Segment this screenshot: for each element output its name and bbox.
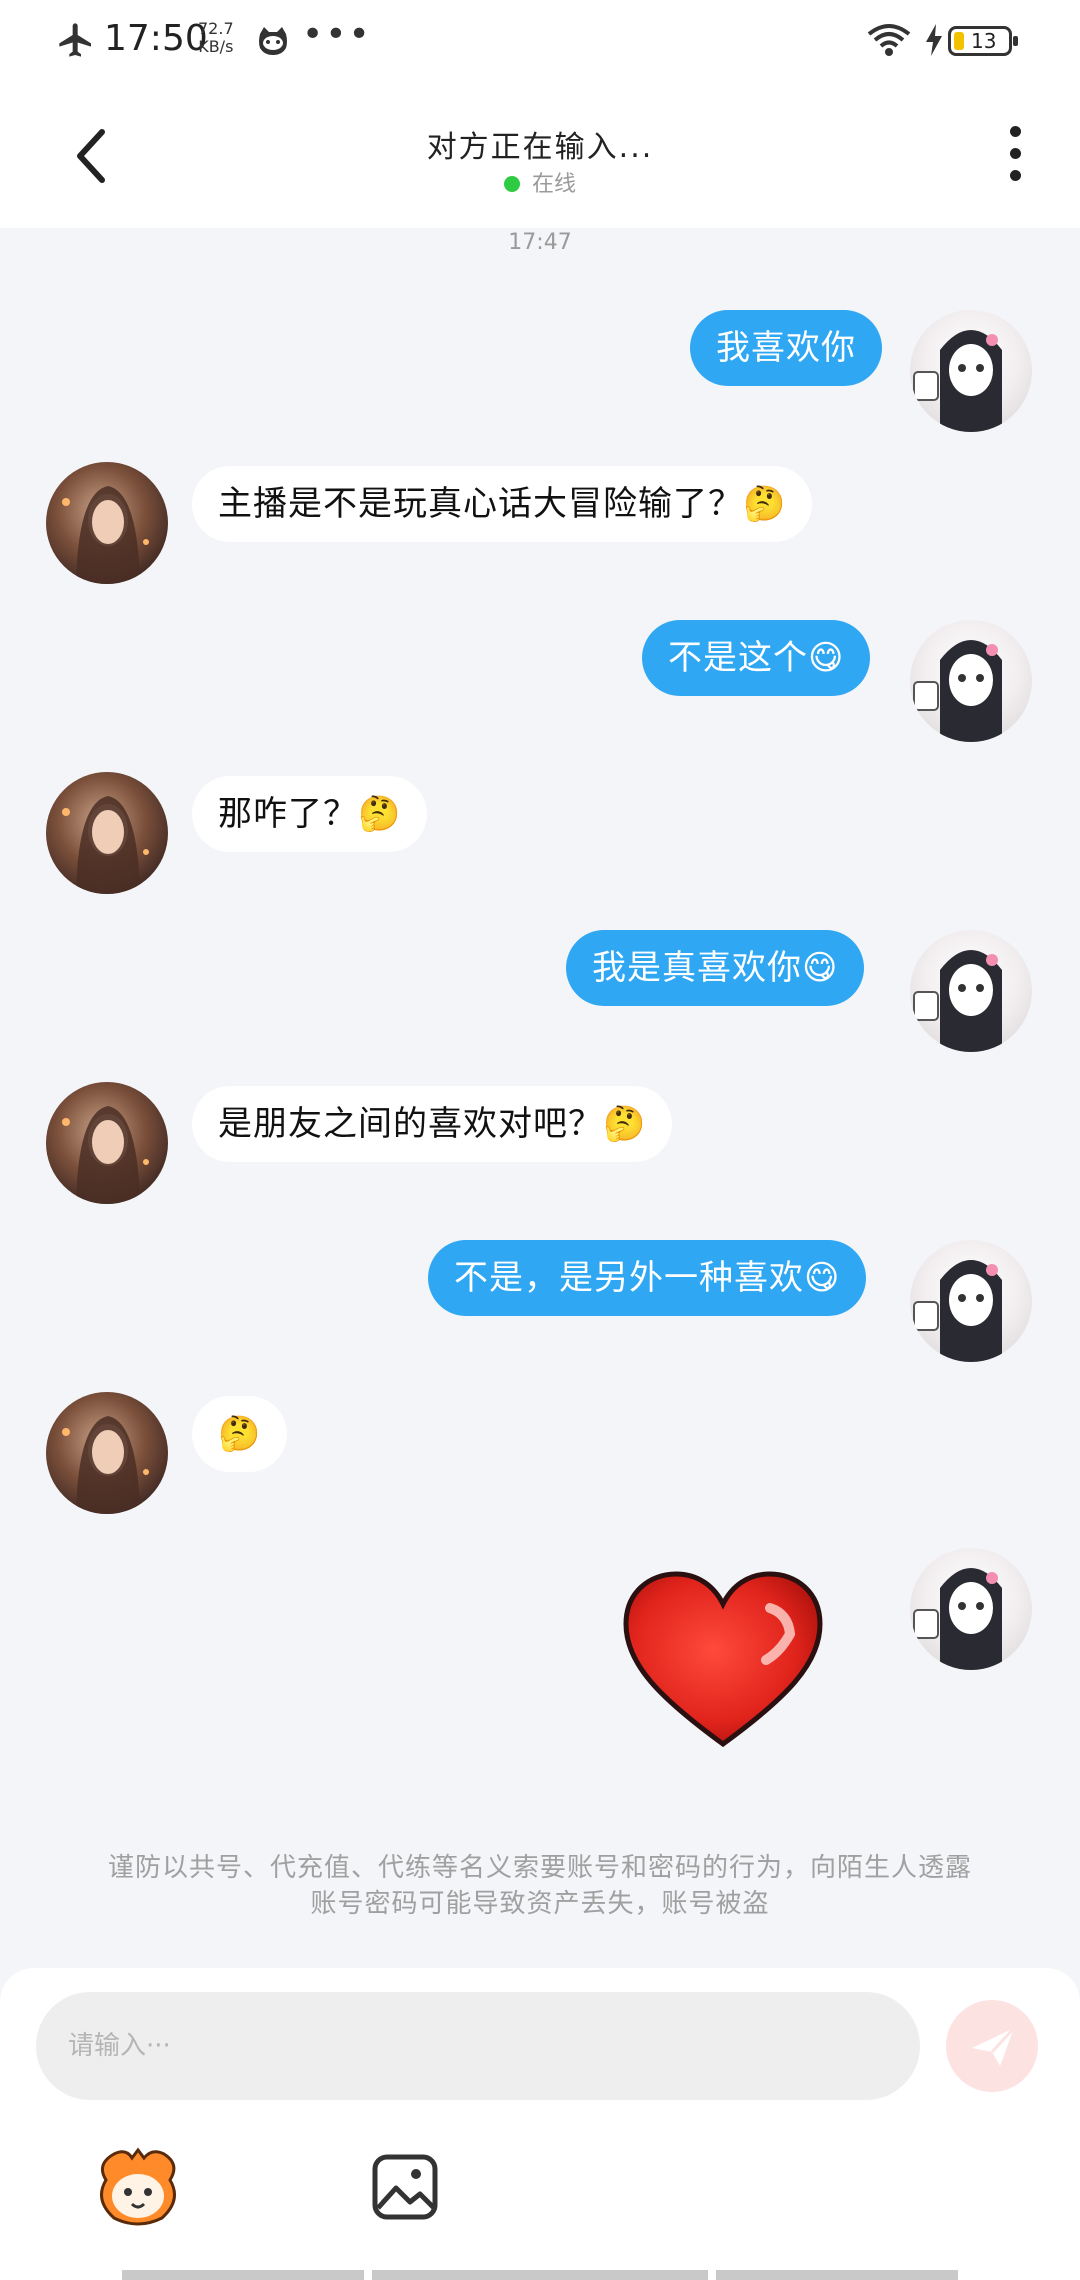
my-avatar[interactable] (910, 310, 1032, 432)
message-bubble-received[interactable]: 是朋友之间的喜欢对吧？🤔 (192, 1086, 673, 1162)
chat-header: 对方正在输入... 在线 (0, 86, 1080, 228)
contact-avatar[interactable] (46, 1082, 168, 1204)
chat-title: 对方正在输入... (426, 130, 654, 165)
message-input[interactable] (36, 1992, 920, 2100)
message-bubble-sent[interactable]: 我喜欢你 (690, 310, 882, 386)
net-speed-unit: KB/s (198, 37, 234, 56)
notice-line-1: 谨防以共号、代充值、代练等名义索要账号和密码的行为，向陌生人透露 (107, 1853, 972, 1883)
status-time: 17:50 (104, 18, 208, 59)
send-button[interactable] (946, 2000, 1038, 2092)
send-icon (972, 2026, 1016, 2066)
more-options-icon[interactable] (1000, 126, 1030, 190)
message-bubble-sent[interactable]: 不是，是另外一种喜欢😋 (428, 1240, 867, 1316)
message-timestamp: 17:47 (508, 230, 572, 255)
my-avatar[interactable] (910, 1548, 1032, 1670)
airplane-icon (59, 23, 91, 57)
battery-icon: 13 (948, 26, 1018, 56)
contact-avatar[interactable] (46, 462, 168, 584)
notice-line-2: 账号密码可能导致资产丢失，账号被盗 (310, 1889, 770, 1919)
composer-bar (0, 1968, 1080, 2280)
online-status: 在线 (0, 166, 1080, 198)
message-bubble-received[interactable]: 主播是不是玩真心话大冒险输了？🤔 (192, 466, 813, 542)
security-notice: 谨防以共号、代充值、代练等名义索要账号和密码的行为，向陌生人透露 账号密码可能导… (80, 1850, 1000, 1922)
red-heart-sticker[interactable] (620, 1568, 826, 1752)
contact-avatar[interactable] (46, 772, 168, 894)
message-bubble-received[interactable]: 🤔 (192, 1396, 288, 1472)
contact-avatar[interactable] (46, 1392, 168, 1514)
online-status-label: 在线 (531, 172, 576, 197)
net-speed: 72.7 KB/s (198, 20, 234, 56)
message-bubble-received[interactable]: 那咋了？🤔 (192, 776, 428, 852)
battery-level: 13 (971, 29, 997, 53)
more-dots-icon: ••• (302, 14, 372, 55)
my-avatar[interactable] (910, 930, 1032, 1052)
message-bubble-sent[interactable]: 我是真喜欢你😋 (566, 930, 865, 1006)
image-icon[interactable] (370, 2152, 440, 2222)
nav-bar-segment (716, 2270, 958, 2280)
nav-bar-segment (372, 2270, 708, 2280)
wifi-icon (867, 24, 911, 56)
mascot-sticker-icon[interactable] (92, 2144, 182, 2228)
my-avatar[interactable] (910, 620, 1032, 742)
my-avatar[interactable] (910, 1240, 1032, 1362)
nav-bar-segment (122, 2270, 364, 2280)
charging-icon (926, 24, 942, 56)
status-bar: 17:50 72.7 KB/s ••• 13 (0, 0, 1080, 86)
cat-icon (259, 27, 287, 55)
message-bubble-sent[interactable]: 不是这个😋 (642, 620, 871, 696)
online-dot-icon (503, 176, 520, 192)
net-speed-value: 72.7 (198, 19, 234, 38)
